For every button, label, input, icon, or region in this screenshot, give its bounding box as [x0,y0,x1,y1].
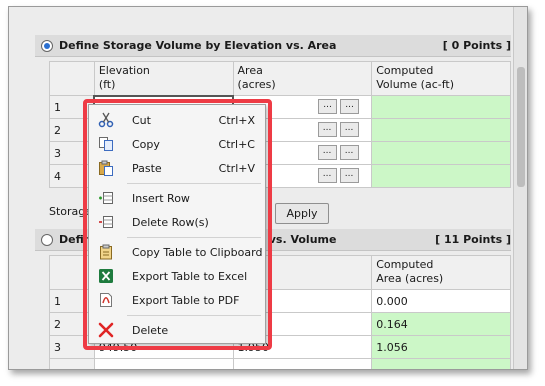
delete-x-icon [97,321,115,339]
menu-item-label: Copy Table to Clipboard [132,245,263,259]
menu-separator [127,237,261,238]
menu-item-label: Export Table to PDF [132,293,240,307]
menu-item-cut[interactable]: Cut Ctrl+X [89,109,265,131]
insert-row-icon [97,189,115,207]
computed-area-cell: 1.056 [371,335,511,359]
computed-volume-cell [371,141,511,165]
elevation-cell[interactable] [93,358,234,369]
ellipsis-button[interactable]: ... [317,145,337,160]
corner-cell [49,61,95,96]
scrollbar-thumb[interactable] [517,67,525,187]
table-header-row: Elevation (ft) Area (acres) Computed Vol… [49,61,511,96]
point-count: [ 11 Points ] [435,233,511,246]
menu-item-delete-rows[interactable]: Delete Row(s) [89,211,265,233]
menu-item-label: Copy [132,137,160,151]
menu-separator [127,183,261,184]
computed-area-cell: 0.164 [371,312,511,336]
ellipsis-button[interactable]: ... [317,122,337,137]
ellipsis-button[interactable]: ... [339,168,359,183]
scissors-icon [97,111,115,129]
menu-item-shortcut: Ctrl+X [218,113,255,127]
apply-button[interactable]: Apply [275,203,329,224]
menu-item-export-excel[interactable]: Export Table to Excel [89,265,265,287]
storage-dialog: Define Storage Volume by Elevation vs. A… [8,6,528,370]
menu-item-label: Export Table to Excel [132,269,248,283]
computed-volume-cell [371,118,511,142]
menu-item-shortcut: Ctrl+C [218,137,255,151]
column-header-line: Area (acres) [376,272,444,285]
row-number [49,358,95,369]
paste-icon [97,159,115,177]
menu-item-paste[interactable]: Paste Ctrl+V [89,157,265,179]
menu-item-label: Delete [132,323,169,337]
menu-item-delete[interactable]: Delete [89,319,265,341]
ellipsis-button[interactable]: ... [340,99,360,114]
ellipsis-button[interactable]: ... [317,168,337,183]
menu-item-label: Delete Row(s) [132,215,209,229]
column-header-computed-area[interactable]: Computed Area (acres) [371,255,511,290]
section-title: Define Storage Volume by Elevation vs. A… [59,39,337,52]
section-header-elevation-area: Define Storage Volume by Elevation vs. A… [35,35,511,57]
pdf-icon [97,291,115,309]
table-row [49,358,511,369]
menu-item-export-pdf[interactable]: Export Table to PDF [89,289,265,311]
column-header-area[interactable]: Area (acres) [232,61,373,96]
ellipsis-button[interactable]: ... [318,99,338,114]
column-header-line: Elevation [98,64,150,77]
ellipsis-button[interactable]: ... [339,122,359,137]
menu-separator [127,315,261,316]
column-header-line: Computed [376,64,434,77]
delete-row-icon [97,213,115,231]
excel-icon [97,267,115,285]
menu-item-copy[interactable]: Copy Ctrl+C [89,133,265,155]
menu-item-insert-row[interactable]: Insert Row [89,187,265,209]
menu-item-copy-table[interactable]: Copy Table to Clipboard [89,241,265,263]
column-header-line: Area [237,64,263,77]
vertical-scrollbar[interactable] [513,7,527,369]
menu-item-label: Paste [132,161,162,175]
computed-volume-cell [371,95,511,119]
column-header-line: Volume (ac-ft) [376,78,454,91]
ellipsis-button[interactable]: ... [339,145,359,160]
context-menu: Cut Ctrl+X Copy Ctrl+C Paste Ctrl+V Inse… [88,104,266,344]
column-header-elevation[interactable]: Elevation (ft) [93,61,234,96]
menu-item-label: Insert Row [132,191,190,205]
column-header-line: (ft) [98,78,116,91]
column-header-line: Computed [376,258,434,271]
menu-item-label: Cut [132,113,151,127]
clipboard-icon [97,243,115,261]
radio-elevation-area[interactable] [41,39,53,52]
column-header-line: (acres) [237,78,276,91]
computed-volume-cell [371,164,511,188]
radio-elevation-volume[interactable] [41,233,53,246]
point-count: [ 0 Points ] [442,39,511,52]
volume-cell[interactable] [232,358,373,369]
menu-item-shortcut: Ctrl+V [218,161,255,175]
column-header-computed-volume[interactable]: Computed Volume (ac-ft) [371,61,511,96]
computed-area-cell [371,358,511,369]
copy-icon [97,135,115,153]
computed-area-cell: 0.000 [371,289,511,313]
